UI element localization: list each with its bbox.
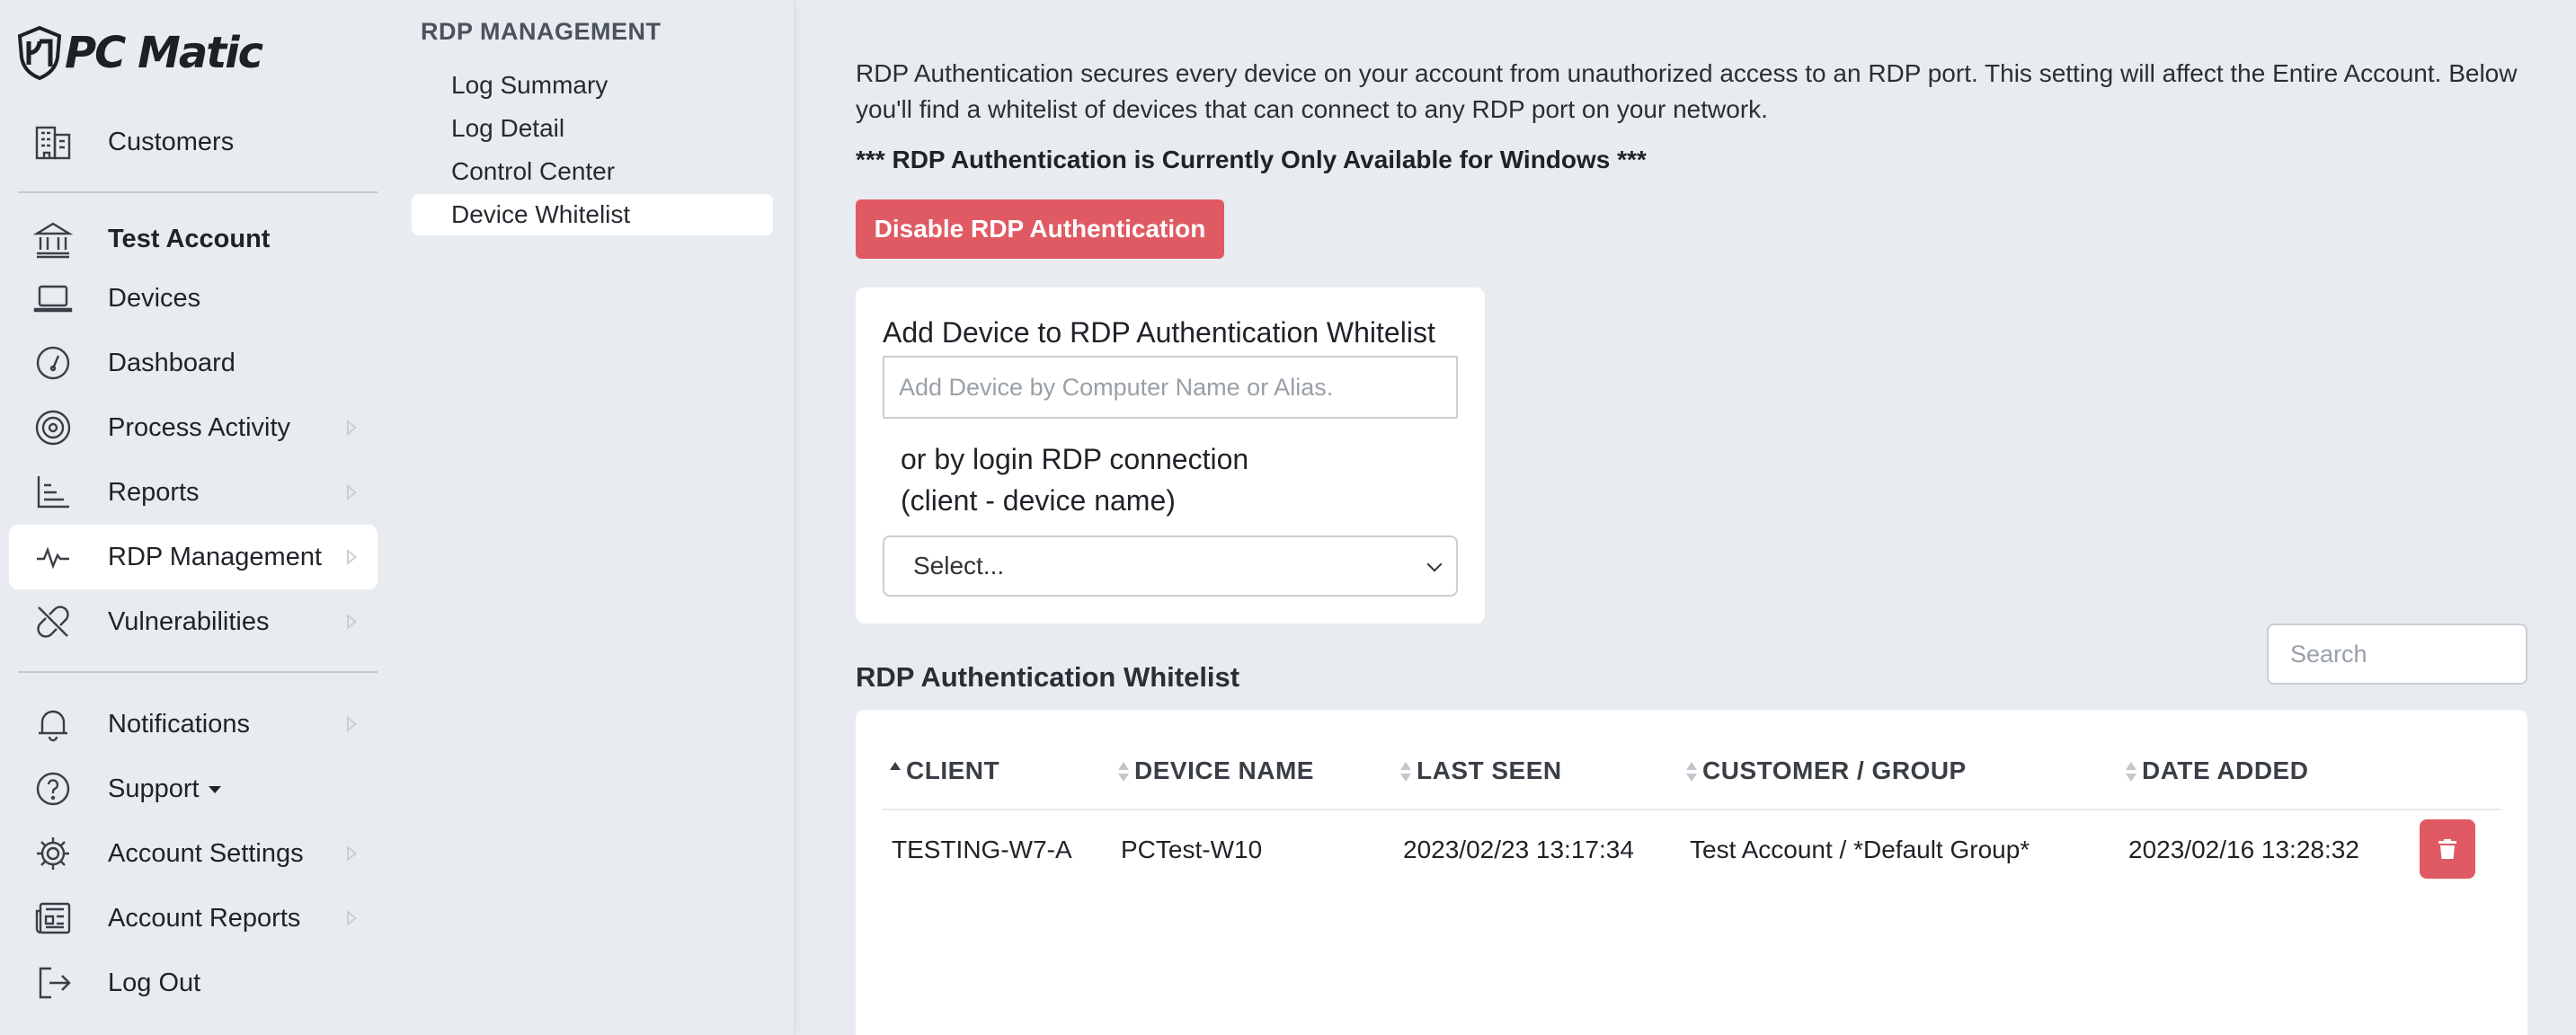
sidebar-item-label: RDP Management (108, 542, 323, 571)
newspaper-icon (32, 898, 74, 939)
sidebar-item-test-account[interactable]: Test Account (9, 207, 378, 271)
add-device-input[interactable] (883, 356, 1458, 419)
pulse-icon (32, 536, 74, 578)
rdp-connection-select[interactable]: Select... (883, 535, 1458, 597)
sidebar-item-label: Support (108, 774, 200, 803)
column-header-label: CUSTOMER / GROUP (1702, 756, 1967, 784)
bell-icon (32, 703, 74, 745)
subnav-item-log-summary[interactable]: Log Summary (412, 65, 773, 106)
bank-icon (32, 218, 74, 260)
sidebar-item-dashboard[interactable]: Dashboard (9, 331, 378, 395)
chevron-down-icon (1426, 556, 1443, 572)
sidebar-item-customers[interactable]: Customers (9, 110, 378, 174)
column-header-label: CLIENT (906, 756, 1000, 784)
question-icon (32, 768, 74, 809)
or-login-text: or by login RDP connection (client - dev… (901, 438, 1248, 521)
sidebar-item-rdp-management[interactable]: RDP Management (9, 525, 378, 589)
sidebar-item-label: Customers (108, 127, 235, 156)
sidebar-item-reports[interactable]: Reports (9, 460, 378, 525)
sidebar-item-log-out[interactable]: Log Out (9, 951, 378, 1015)
disable-rdp-authentication-button[interactable]: Disable RDP Authentication (856, 199, 1224, 259)
sidebar-item-devices[interactable]: Devices (9, 266, 378, 331)
column-header-label: DEVICE NAME (1134, 756, 1314, 784)
sidebar-item-support[interactable]: Support (9, 756, 378, 821)
pc-matic-logo[interactable]: PC Matic (16, 22, 263, 84)
cell-client: TESTING-W7-A (892, 836, 1072, 863)
sidebar-item-label: Vulnerabilities (108, 606, 270, 636)
or-login-line-1: or by login RDP connection (901, 443, 1249, 475)
column-header-device-name[interactable]: DEVICE NAME (1118, 756, 1314, 785)
column-header-date-added[interactable]: DATE ADDED (2126, 756, 2308, 785)
broken-link-icon (32, 601, 74, 642)
sort-icon (2126, 760, 2136, 785)
subnav-title: RDP MANAGEMENT (421, 18, 662, 45)
bar-chart-icon (32, 472, 74, 513)
sidebar: PC Matic Customers Test Account Devices … (0, 0, 395, 1035)
sidebar-item-vulnerabilities[interactable]: Vulnerabilities (9, 589, 378, 654)
sidebar-item-label: Log Out (108, 968, 201, 997)
table-header-divider (883, 809, 2500, 810)
gear-icon (32, 833, 74, 874)
add-device-card: Add Device to RDP Authentication Whiteli… (856, 288, 1485, 624)
shield-logo-icon (17, 25, 62, 81)
chevron-right-icon (347, 484, 357, 500)
laptop-icon (32, 278, 74, 319)
main-content: RDP Authentication secures every device … (797, 0, 2576, 1035)
column-header-label: DATE ADDED (2142, 756, 2309, 784)
whitelist-search-input[interactable] (2267, 624, 2527, 685)
sidebar-item-label: Devices (108, 283, 201, 313)
target-icon (32, 407, 74, 448)
sidebar-item-label: Process Activity (108, 412, 291, 442)
column-header-last-seen[interactable]: LAST SEEN (1400, 756, 1562, 785)
delete-row-button[interactable] (2420, 819, 2475, 879)
chevron-right-icon (347, 716, 357, 732)
sidebar-item-label: Account Settings (108, 838, 304, 868)
sidebar-item-label: Notifications (108, 709, 250, 739)
chevron-right-icon (347, 420, 357, 436)
subnav-item-log-detail[interactable]: Log Detail (412, 108, 773, 149)
sidebar-item-label: Reports (108, 477, 200, 507)
logo-text: PC Matic (65, 28, 263, 78)
column-header-client[interactable]: CLIENT (890, 756, 999, 785)
whitelist-table: CLIENT DEVICE NAME LAST SEEN CUSTOMER / … (856, 710, 2527, 1035)
windows-notice: *** RDP Authentication is Currently Only… (856, 146, 1647, 173)
caret-down-icon (208, 785, 221, 793)
chevron-right-icon (347, 549, 357, 565)
select-value: Select... (913, 552, 1005, 579)
logout-icon (32, 962, 74, 1004)
cell-date-added: 2023/02/16 13:28:32 (2128, 836, 2359, 863)
building-icon (32, 121, 74, 163)
sort-icon (1118, 760, 1129, 785)
cell-device-name: PCTest-W10 (1121, 836, 1263, 863)
sort-icon (1686, 760, 1697, 785)
trash-icon (2438, 839, 2456, 859)
sidebar-divider (18, 671, 378, 673)
cell-last-seen: 2023/02/23 13:17:34 (1403, 836, 1634, 863)
sidebar-item-support-label: Support (108, 774, 221, 804)
chevron-right-icon (347, 845, 357, 862)
sort-ascending-icon (890, 760, 901, 785)
whitelist-title: RDP Authentication Whitelist (856, 661, 1240, 693)
sidebar-item-label: Account Reports (108, 903, 301, 933)
column-header-label: LAST SEEN (1417, 756, 1562, 784)
chevron-right-icon (347, 614, 357, 630)
subnav-item-control-center[interactable]: Control Center (412, 151, 773, 192)
sidebar-item-label: Dashboard (108, 348, 235, 377)
sidebar-item-account-settings[interactable]: Account Settings (9, 821, 378, 886)
gauge-icon (32, 342, 74, 384)
sidebar-item-process-activity[interactable]: Process Activity (9, 395, 378, 460)
subnav-item-device-whitelist[interactable]: Device Whitelist (412, 194, 773, 235)
cell-customer-group: Test Account / *Default Group* (1690, 836, 2030, 863)
rdp-subnav: RDP MANAGEMENT Log Summary Log Detail Co… (395, 0, 795, 1035)
sidebar-item-account-reports[interactable]: Account Reports (9, 886, 378, 951)
sidebar-divider (18, 191, 378, 193)
chevron-right-icon (347, 910, 357, 926)
or-login-line-2: (client - device name) (901, 484, 1176, 517)
sidebar-item-notifications[interactable]: Notifications (9, 692, 378, 756)
column-header-customer-group[interactable]: CUSTOMER / GROUP (1686, 756, 1967, 785)
sort-icon (1400, 760, 1411, 785)
sidebar-item-label: Test Account (108, 224, 271, 253)
add-device-title: Add Device to RDP Authentication Whiteli… (883, 316, 1435, 349)
intro-text: RDP Authentication secures every device … (856, 59, 2518, 123)
